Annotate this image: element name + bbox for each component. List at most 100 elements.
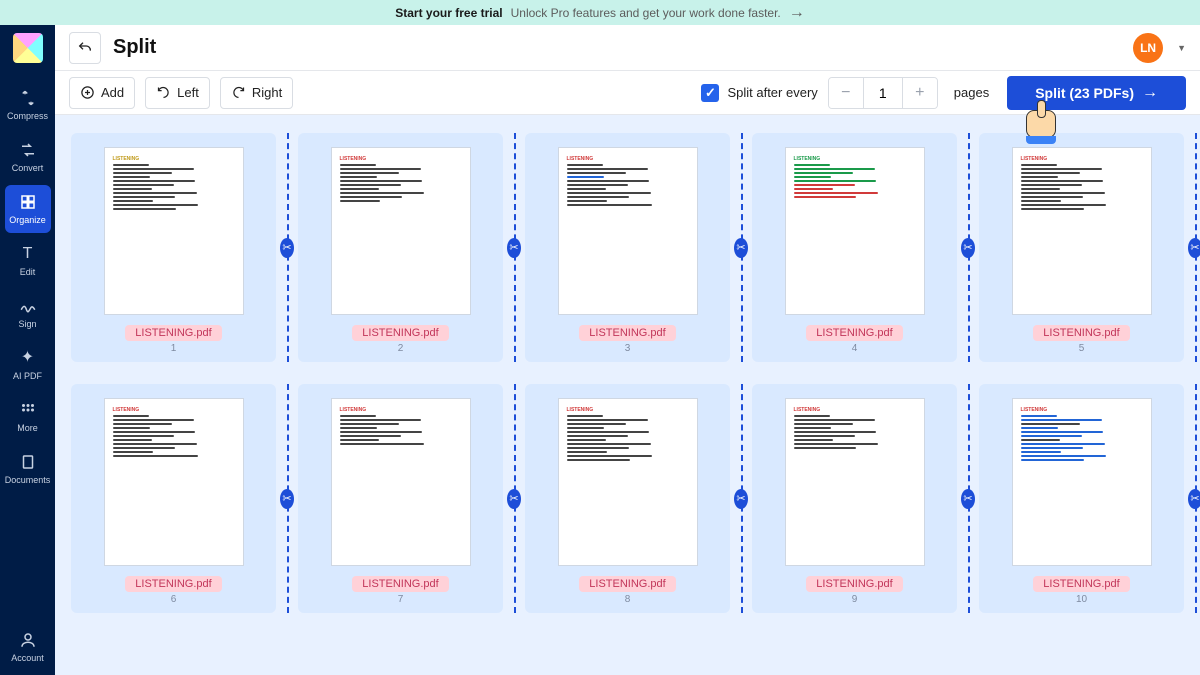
sidebar-item-label: Compress: [7, 111, 48, 121]
stepper-value[interactable]: 1: [863, 78, 903, 108]
sidebar-item-convert[interactable]: Convert: [5, 133, 51, 181]
sidebar-item-edit[interactable]: T Edit: [5, 237, 51, 285]
sidebar-item-more[interactable]: More: [5, 393, 51, 441]
add-button[interactable]: Add: [69, 77, 135, 109]
compress-icon: [19, 89, 37, 107]
split-handle[interactable]: ✂: [961, 384, 975, 613]
arrow-icon: →: [1142, 84, 1158, 102]
scissors-icon: ✂: [507, 238, 521, 258]
page-number: 9: [852, 594, 858, 605]
sidebar-item-label: Organize: [9, 215, 46, 225]
page-thumbnail[interactable]: LISTENINGLISTENING.pdf3: [525, 133, 730, 362]
scissors-icon: ✂: [280, 489, 294, 509]
account-icon: [19, 631, 37, 649]
button-label: Left: [177, 85, 199, 100]
promo-banner[interactable]: Start your free trial Unlock Pro feature…: [0, 0, 1200, 25]
page-number: 6: [171, 594, 177, 605]
page-number: 3: [625, 343, 631, 354]
rotate-right-button[interactable]: Right: [220, 77, 293, 109]
split-handle[interactable]: ✂: [961, 133, 975, 362]
page-number: 7: [398, 594, 404, 605]
file-name-badge: LISTENING.pdf: [806, 325, 902, 341]
button-label: Add: [101, 85, 124, 100]
sparkle-icon: ✦: [19, 349, 37, 367]
page-thumbnail[interactable]: LISTENINGLISTENING.pdf10: [979, 384, 1184, 613]
page-number: 5: [1079, 343, 1085, 354]
sidebar-item-compress[interactable]: Compress: [5, 81, 51, 129]
page-title: Split: [113, 36, 156, 59]
scissors-icon: ✂: [961, 489, 975, 509]
page-thumbnail[interactable]: LISTENINGLISTENING.pdf6: [71, 384, 276, 613]
page-thumbnail[interactable]: LISTENINGLISTENING.pdf2: [298, 133, 503, 362]
sidebar-item-sign[interactable]: Sign: [5, 289, 51, 337]
convert-icon: [19, 141, 37, 159]
scissors-icon: ✂: [507, 489, 521, 509]
file-name-badge: LISTENING.pdf: [125, 325, 221, 341]
split-handle[interactable]: ✂: [507, 384, 521, 613]
page-thumbnail[interactable]: LISTENINGLISTENING.pdf8: [525, 384, 730, 613]
split-handle[interactable]: ✂: [734, 133, 748, 362]
split-handle[interactable]: ✂: [734, 384, 748, 613]
banner-title: Start your free trial: [395, 6, 502, 20]
page-number: 2: [398, 343, 404, 354]
page-canvas[interactable]: LISTENINGLISTENING.pdf1✂LISTENINGLISTENI…: [55, 115, 1200, 675]
app-logo[interactable]: [13, 33, 43, 63]
edit-icon: T: [19, 245, 37, 263]
topbar: Split LN ▼: [55, 25, 1200, 71]
sidebar-item-label: Edit: [20, 267, 36, 277]
button-label: Right: [252, 85, 282, 100]
split-handle[interactable]: ✂: [1188, 384, 1200, 613]
undo-icon: [77, 40, 93, 56]
checkbox-label: Split after every: [727, 85, 817, 100]
sidebar-item-aipdf[interactable]: ✦ AI PDF: [5, 341, 51, 389]
split-button[interactable]: Split (23 PDFs) →: [1007, 76, 1186, 110]
page-count-stepper: − 1 +: [828, 77, 938, 109]
page-number: 4: [852, 343, 858, 354]
toolbar: Add Left Right ✓ Split after every − 1 +…: [55, 71, 1200, 115]
plus-circle-icon: [80, 85, 95, 100]
sign-icon: [19, 297, 37, 315]
banner-text: Unlock Pro features and get your work do…: [511, 6, 781, 20]
sidebar-item-documents[interactable]: Documents: [5, 445, 51, 493]
stepper-minus[interactable]: −: [829, 78, 863, 108]
split-handle[interactable]: ✂: [280, 133, 294, 362]
page-number: 8: [625, 594, 631, 605]
arrow-icon: →: [789, 4, 805, 22]
file-name-badge: LISTENING.pdf: [579, 325, 675, 341]
scissors-icon: ✂: [1188, 489, 1200, 509]
scissors-icon: ✂: [734, 489, 748, 509]
scissors-icon: ✂: [1188, 238, 1200, 258]
page-thumbnail[interactable]: LISTENINGLISTENING.pdf9: [752, 384, 957, 613]
sidebar-item-organize[interactable]: Organize: [5, 185, 51, 233]
organize-icon: [19, 193, 37, 211]
sidebar-item-label: Documents: [5, 475, 51, 485]
sidebar-item-account[interactable]: Account: [5, 623, 51, 671]
split-handle[interactable]: ✂: [1188, 133, 1200, 362]
rotate-left-button[interactable]: Left: [145, 77, 210, 109]
page-thumbnail[interactable]: LISTENINGLISTENING.pdf1: [71, 133, 276, 362]
sidebar-item-label: More: [17, 423, 38, 433]
file-name-badge: LISTENING.pdf: [352, 325, 448, 341]
split-handle[interactable]: ✂: [507, 133, 521, 362]
chevron-down-icon[interactable]: ▼: [1177, 43, 1186, 53]
scissors-icon: ✂: [961, 238, 975, 258]
avatar[interactable]: LN: [1133, 33, 1163, 63]
sidebar-item-label: Account: [11, 653, 44, 663]
file-name-badge: LISTENING.pdf: [125, 576, 221, 592]
file-name-badge: LISTENING.pdf: [1033, 325, 1129, 341]
split-every-toggle[interactable]: ✓ Split after every: [701, 84, 817, 102]
file-name-badge: LISTENING.pdf: [579, 576, 675, 592]
split-handle[interactable]: ✂: [280, 384, 294, 613]
rotate-left-icon: [156, 85, 171, 100]
back-button[interactable]: [69, 32, 101, 64]
page-number: 1: [171, 343, 177, 354]
stepper-plus[interactable]: +: [903, 78, 937, 108]
file-name-badge: LISTENING.pdf: [352, 576, 448, 592]
page-thumbnail[interactable]: LISTENINGLISTENING.pdf7: [298, 384, 503, 613]
page-thumbnail[interactable]: LISTENINGLISTENING.pdf4: [752, 133, 957, 362]
checkbox-checked-icon: ✓: [701, 84, 719, 102]
page-thumbnail[interactable]: LISTENINGLISTENING.pdf5: [979, 133, 1184, 362]
rotate-right-icon: [231, 85, 246, 100]
scissors-icon: ✂: [734, 238, 748, 258]
pages-label: pages: [954, 85, 989, 100]
